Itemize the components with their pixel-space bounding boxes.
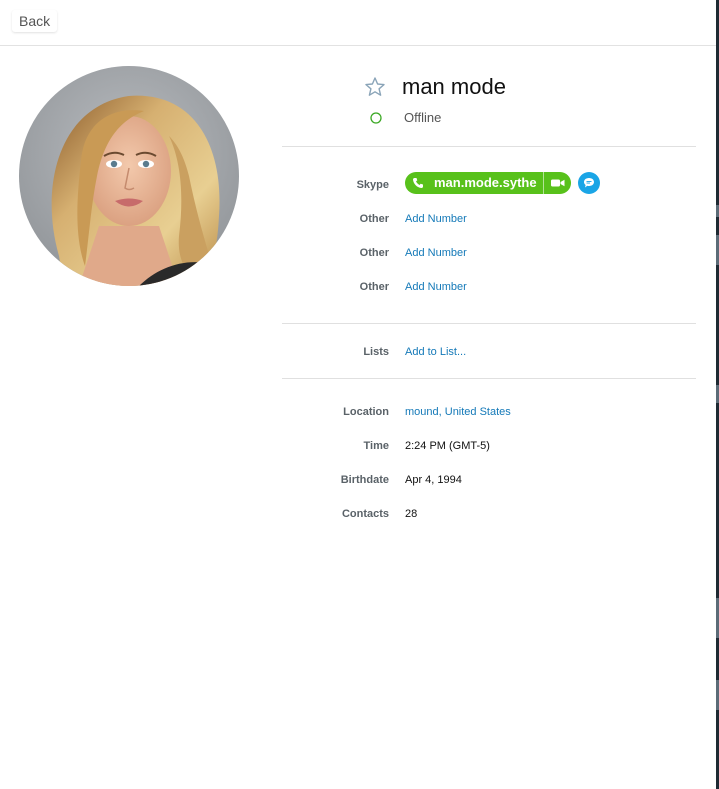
profile-photo-icon [19, 66, 239, 286]
contacts-label: Contacts [341, 508, 389, 520]
time-label: Time [363, 440, 389, 452]
skype-handle: man.mode.sythe [434, 175, 537, 190]
add-number-link[interactable]: Add Number [405, 246, 467, 260]
pill-separator [543, 172, 544, 194]
divider [282, 378, 696, 379]
divider [282, 323, 696, 324]
add-to-list-link[interactable]: Add to List... [405, 345, 466, 359]
local-time-value: 2:24 PM (GMT-5) [405, 440, 490, 452]
add-number-link[interactable]: Add Number [405, 212, 467, 226]
phone-type-label: Other [359, 213, 389, 225]
divider [282, 146, 696, 147]
video-call-icon[interactable] [550, 178, 566, 188]
phone-type-label: Other [359, 281, 389, 293]
skype-call-button[interactable]: man.mode.sythe [405, 172, 571, 194]
offline-status-icon [370, 112, 382, 124]
top-bar: Back [0, 0, 716, 46]
phone-type-label: Other [359, 247, 389, 259]
add-number-link[interactable]: Add Number [405, 280, 467, 294]
birthdate-value: Apr 4, 1994 [405, 474, 462, 486]
skype-label: Skype [356, 179, 389, 191]
birthdate-label: Birthdate [340, 474, 389, 486]
chat-bubble-icon [584, 178, 594, 188]
presence-status: Offline [404, 110, 442, 125]
location-link[interactable]: mound, United States [405, 405, 511, 419]
lists-label: Lists [363, 346, 389, 358]
contacts-count: 28 [405, 508, 418, 520]
contact-profile-page: Back man mode Offline Skype man.mode.syt… [0, 0, 719, 789]
favorite-star-icon[interactable] [364, 76, 386, 98]
chat-button[interactable] [578, 172, 600, 194]
back-button[interactable]: Back [12, 10, 58, 32]
display-name: man mode [402, 74, 506, 99]
avatar [19, 66, 239, 286]
location-label: Location [343, 406, 389, 418]
phone-icon [413, 178, 423, 188]
